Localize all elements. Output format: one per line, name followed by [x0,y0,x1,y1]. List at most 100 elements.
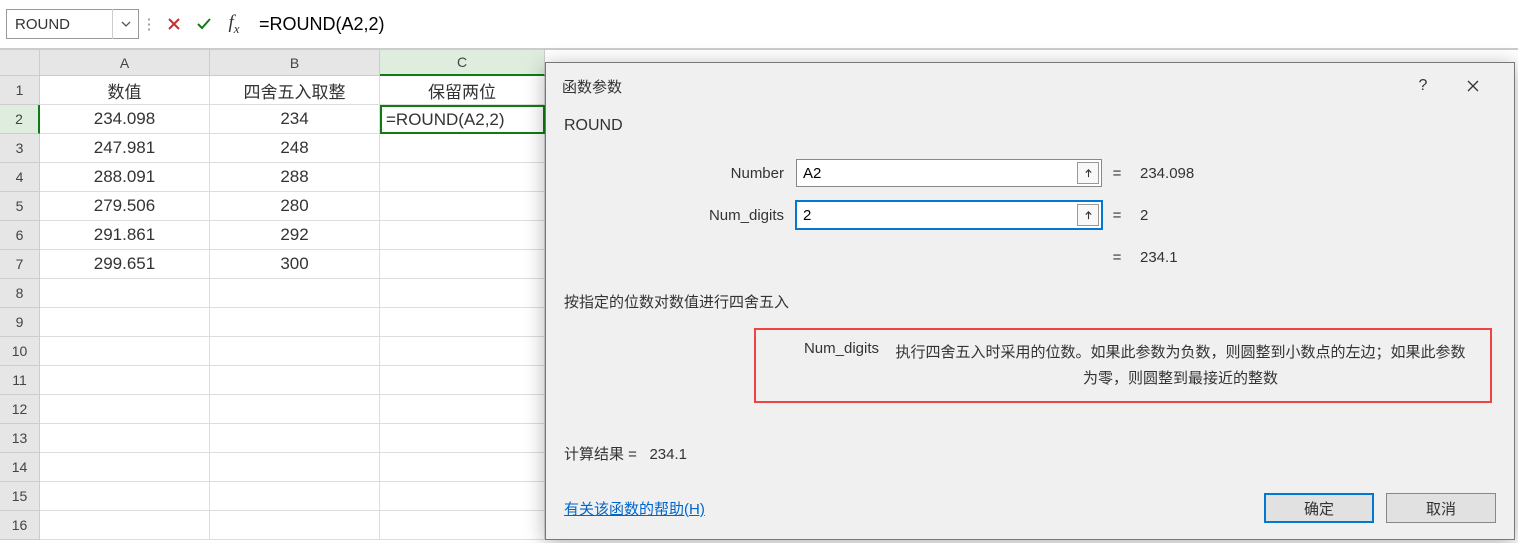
function-description: 按指定的位数对数值进行四舍五入 [564,291,1496,312]
cell-A12[interactable] [40,395,210,424]
cell-A11[interactable] [40,366,210,395]
cell-B12[interactable] [210,395,380,424]
arg-label-Num_digits: Num_digits [564,207,796,224]
cell-B9[interactable] [210,308,380,337]
cell-A6[interactable]: 291.861 [40,221,210,250]
cell-A15[interactable] [40,482,210,511]
row-header-2[interactable]: 2 [0,105,40,134]
col-header-C[interactable]: C [380,50,545,76]
close-button[interactable] [1448,63,1498,109]
cancel-button[interactable]: 取消 [1386,493,1496,523]
select-all-corner[interactable] [0,50,40,76]
cell-B14[interactable] [210,453,380,482]
cell-C10[interactable] [380,337,545,366]
cell-A1[interactable]: 数值 [40,76,210,105]
cell-A5[interactable]: 279.506 [40,192,210,221]
cell-A8[interactable] [40,279,210,308]
dialog-titlebar[interactable]: 函数参数 ? [546,63,1514,109]
ok-button[interactable]: 确定 [1264,493,1374,523]
cell-A10[interactable] [40,337,210,366]
cell-B16[interactable] [210,511,380,540]
cell-B8[interactable] [210,279,380,308]
row-header-6[interactable]: 6 [0,221,40,250]
cell-B6[interactable]: 292 [210,221,380,250]
cell-A4[interactable]: 288.091 [40,163,210,192]
row-header-11[interactable]: 11 [0,366,40,395]
cell-B5[interactable]: 280 [210,192,380,221]
formula-preview-result: 234.1 [1132,249,1178,266]
row-header-13[interactable]: 13 [0,424,40,453]
parameter-description: 执行四舍五入时采用的位数。如果此参数为负数，则圆整到小数点的左边；如果此参数为零… [889,340,1472,391]
arg-result-Num_digits: 2 [1132,207,1148,224]
cell-C15[interactable] [380,482,545,511]
parameter-help-box: Num_digits 执行四舍五入时采用的位数。如果此参数为负数，则圆整到小数点… [754,328,1492,403]
cell-C11[interactable] [380,366,545,395]
arg-result-Number: 234.098 [1132,165,1194,182]
cell-C7[interactable] [380,250,545,279]
cell-C4[interactable] [380,163,545,192]
cell-B1[interactable]: 四舍五入取整 [210,76,380,105]
collapse-dialog-icon[interactable] [1077,204,1099,226]
name-box[interactable]: ROUND [6,9,139,39]
cell-C3[interactable] [380,134,545,163]
insert-function-button[interactable]: fx [219,9,249,39]
row-header-5[interactable]: 5 [0,192,40,221]
collapse-dialog-icon[interactable] [1077,162,1099,184]
cell-B13[interactable] [210,424,380,453]
row-header-8[interactable]: 8 [0,279,40,308]
cell-B10[interactable] [210,337,380,366]
cell-C14[interactable] [380,453,545,482]
cell-C5[interactable] [380,192,545,221]
column-headers: A B C [0,50,545,76]
row-header-16[interactable]: 16 [0,511,40,540]
cell-B15[interactable] [210,482,380,511]
arg-label-Number: Number [564,165,796,182]
cell-A13[interactable] [40,424,210,453]
separator: ⋮ [145,0,153,48]
row-header-14[interactable]: 14 [0,453,40,482]
cell-B7[interactable]: 300 [210,250,380,279]
cell-C1[interactable]: 保留两位 [380,76,545,105]
cell-C9[interactable] [380,308,545,337]
formula-bar: ROUND ⋮ fx [0,0,1518,50]
row-header-12[interactable]: 12 [0,395,40,424]
arg-input-Num_digits[interactable] [797,202,1075,228]
cell-C6[interactable] [380,221,545,250]
row-header-15[interactable]: 15 [0,482,40,511]
cell-B4[interactable]: 288 [210,163,380,192]
cancel-formula-button[interactable] [159,9,189,39]
cell-A3[interactable]: 247.981 [40,134,210,163]
col-header-B[interactable]: B [210,50,380,76]
cell-A14[interactable] [40,453,210,482]
function-name: ROUND [564,117,1496,135]
help-button[interactable]: ? [1398,63,1448,109]
cell-C8[interactable] [380,279,545,308]
cell-B2[interactable]: 234 [210,105,380,134]
function-arguments-dialog: 函数参数 ? ROUND Number=234.098Num_digits=2 … [545,62,1515,540]
row-header-1[interactable]: 1 [0,76,40,105]
formula-input[interactable] [249,9,1512,39]
row-header-7[interactable]: 7 [0,250,40,279]
parameter-name: Num_digits [774,340,889,391]
cell-A2[interactable]: 234.098 [40,105,210,134]
arg-input-Number[interactable] [797,160,1075,186]
calculation-result: 计算结果 = 234.1 [564,443,1496,464]
cell-A7[interactable]: 299.651 [40,250,210,279]
function-help-link[interactable]: 有关该函数的帮助(H) [564,498,705,519]
col-header-A[interactable]: A [40,50,210,76]
cell-B11[interactable] [210,366,380,395]
cell-A16[interactable] [40,511,210,540]
cell-B3[interactable]: 248 [210,134,380,163]
cell-C13[interactable] [380,424,545,453]
row-header-4[interactable]: 4 [0,163,40,192]
cell-C16[interactable] [380,511,545,540]
enter-formula-button[interactable] [189,9,219,39]
equals-sign: = [1102,249,1132,266]
chevron-down-icon[interactable] [112,9,138,39]
row-header-3[interactable]: 3 [0,134,40,163]
row-header-10[interactable]: 10 [0,337,40,366]
cell-A9[interactable] [40,308,210,337]
cell-C12[interactable] [380,395,545,424]
cell-C2[interactable]: =ROUND(A2,2) [380,105,545,134]
row-header-9[interactable]: 9 [0,308,40,337]
